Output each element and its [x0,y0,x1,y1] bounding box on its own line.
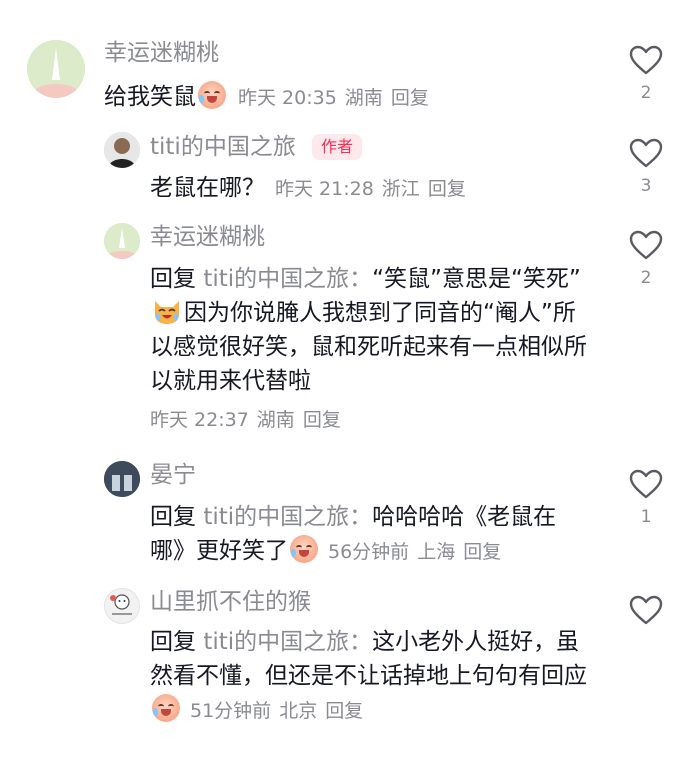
comment-text: 老鼠在哪？ 昨天 21:28 浙江 回复 [150,171,466,206]
crying-laugh-emoji [290,535,318,563]
heart-outline-icon [629,138,663,168]
like-count: 2 [640,268,652,288]
comment-body-part-1: “笑鼠”意思是“笑死” [372,266,581,292]
comment-location: 浙江 [381,178,420,200]
crying-laugh-emoji [198,81,226,109]
comment-time: 昨天 21:28 [275,178,374,200]
reply-button[interactable]: 回复 [463,541,501,563]
like-count: 2 [640,83,652,103]
reply-target[interactable]: titi的中国之旅： [203,266,372,292]
comment-meta: 昨天 21:28 浙江 回复 [275,178,466,200]
reply-button[interactable]: 回复 [303,409,341,431]
heart-outline-icon [629,469,663,499]
like-button[interactable]: 2 [626,230,666,288]
reply-target[interactable]: titi的中国之旅： [203,629,372,655]
reply-button[interactable]: 回复 [325,700,363,722]
reply-prefix: 回复 [150,266,196,292]
like-button[interactable]: 2 [626,45,666,103]
comment-location: 湖南 [256,409,295,431]
comment-location: 上海 [417,541,456,563]
comment-1: 幸运迷糊桃 给我笑鼠 昨天 20:35 湖南 回复 2 [0,0,690,130]
avatar-illustration [27,40,85,98]
comment-text: 回复 titi的中国之旅：哈哈哈哈《老鼠在哪》更好笑了 56分钟前 上海 回复 [150,500,590,569]
comment-time: 昨天 20:35 [238,87,337,109]
crying-cat-emoji [155,301,179,324]
comment-time: 51分钟前 [190,700,272,722]
comment-meta: 昨天 20:35 湖南 回复 [238,87,429,109]
heart-outline-icon [629,595,663,625]
avatar-illustration [104,132,140,168]
avatar[interactable] [104,132,140,168]
commenter-name[interactable]: titi的中国之旅 [150,132,296,162]
comment-location: 北京 [279,700,318,722]
avatar[interactable] [27,40,85,98]
comment-3: 幸运迷糊桃 回复 titi的中国之旅：“笑鼠”意思是“笑死” 因为你说腌人我想到了… [0,220,690,450]
comment-body: 给我笑鼠 [104,84,196,110]
comment-text: 给我笑鼠 昨天 20:35 湖南 回复 [104,80,584,115]
comment-meta: 51分钟前 北京 回复 [190,700,363,722]
commenter-name[interactable]: 幸运迷糊桃 [104,38,219,68]
avatar-illustration [110,594,132,615]
commenter-name[interactable]: 山里抓不住的猴 [150,587,311,617]
comment-meta: 56分钟前 上海 回复 [328,541,501,563]
like-button[interactable]: 3 [626,138,666,196]
comment-body-part-2: 因为你说腌人我想到了同音的“阉人”所以感觉很好笑，鼠和死听起来有一点相似所以就用… [150,300,587,394]
avatar[interactable] [104,461,140,497]
comment-meta: 昨天 22:37 湖南 回复 [150,406,349,434]
comment-2: titi的中国之旅 作者 老鼠在哪？ 昨天 21:28 浙江 回复 3 [0,130,690,220]
heart-outline-icon [629,230,663,260]
avatar[interactable] [104,223,140,259]
reply-button[interactable]: 回复 [391,87,429,109]
commenter-name[interactable]: 幸运迷糊桃 [150,222,265,252]
comment-time: 56分钟前 [328,541,410,563]
like-count: 3 [640,176,652,196]
like-count: 1 [640,507,652,527]
avatar-illustration [104,461,140,497]
comment-body: 老鼠在哪？ [150,175,265,201]
reply-prefix: 回复 [150,504,196,530]
comment-4: 晏宁 回复 titi的中国之旅：哈哈哈哈《老鼠在哪》更好笑了 56分钟前 上海 回复 … [0,455,690,580]
like-button[interactable] [626,595,666,625]
crying-laugh-emoji [152,694,180,722]
avatar-illustration [104,223,140,259]
reply-target[interactable]: titi的中国之旅： [203,504,372,530]
comment-time: 昨天 22:37 [150,409,249,431]
avatar[interactable] [104,588,140,624]
reply-prefix: 回复 [150,629,196,655]
comment-text: 回复 titi的中国之旅：“笑鼠”意思是“笑死” 因为你说腌人我想到了同音的“阉人… [150,262,590,398]
comment-text: 回复 titi的中国之旅：这小老外人挺好，虽然看不懂，但还是不让话掉地上句句有回… [150,625,590,728]
comment-5: 山里抓不住的猴 回复 titi的中国之旅：这小老外人挺好，虽然看不懂，但还是不让… [0,583,690,765]
commenter-name[interactable]: 晏宁 [150,460,196,490]
heart-outline-icon [629,45,663,75]
author-badge: 作者 [312,134,363,160]
reply-button[interactable]: 回复 [428,178,466,200]
comment-location: 湖南 [344,87,383,109]
like-button[interactable]: 1 [626,469,666,527]
